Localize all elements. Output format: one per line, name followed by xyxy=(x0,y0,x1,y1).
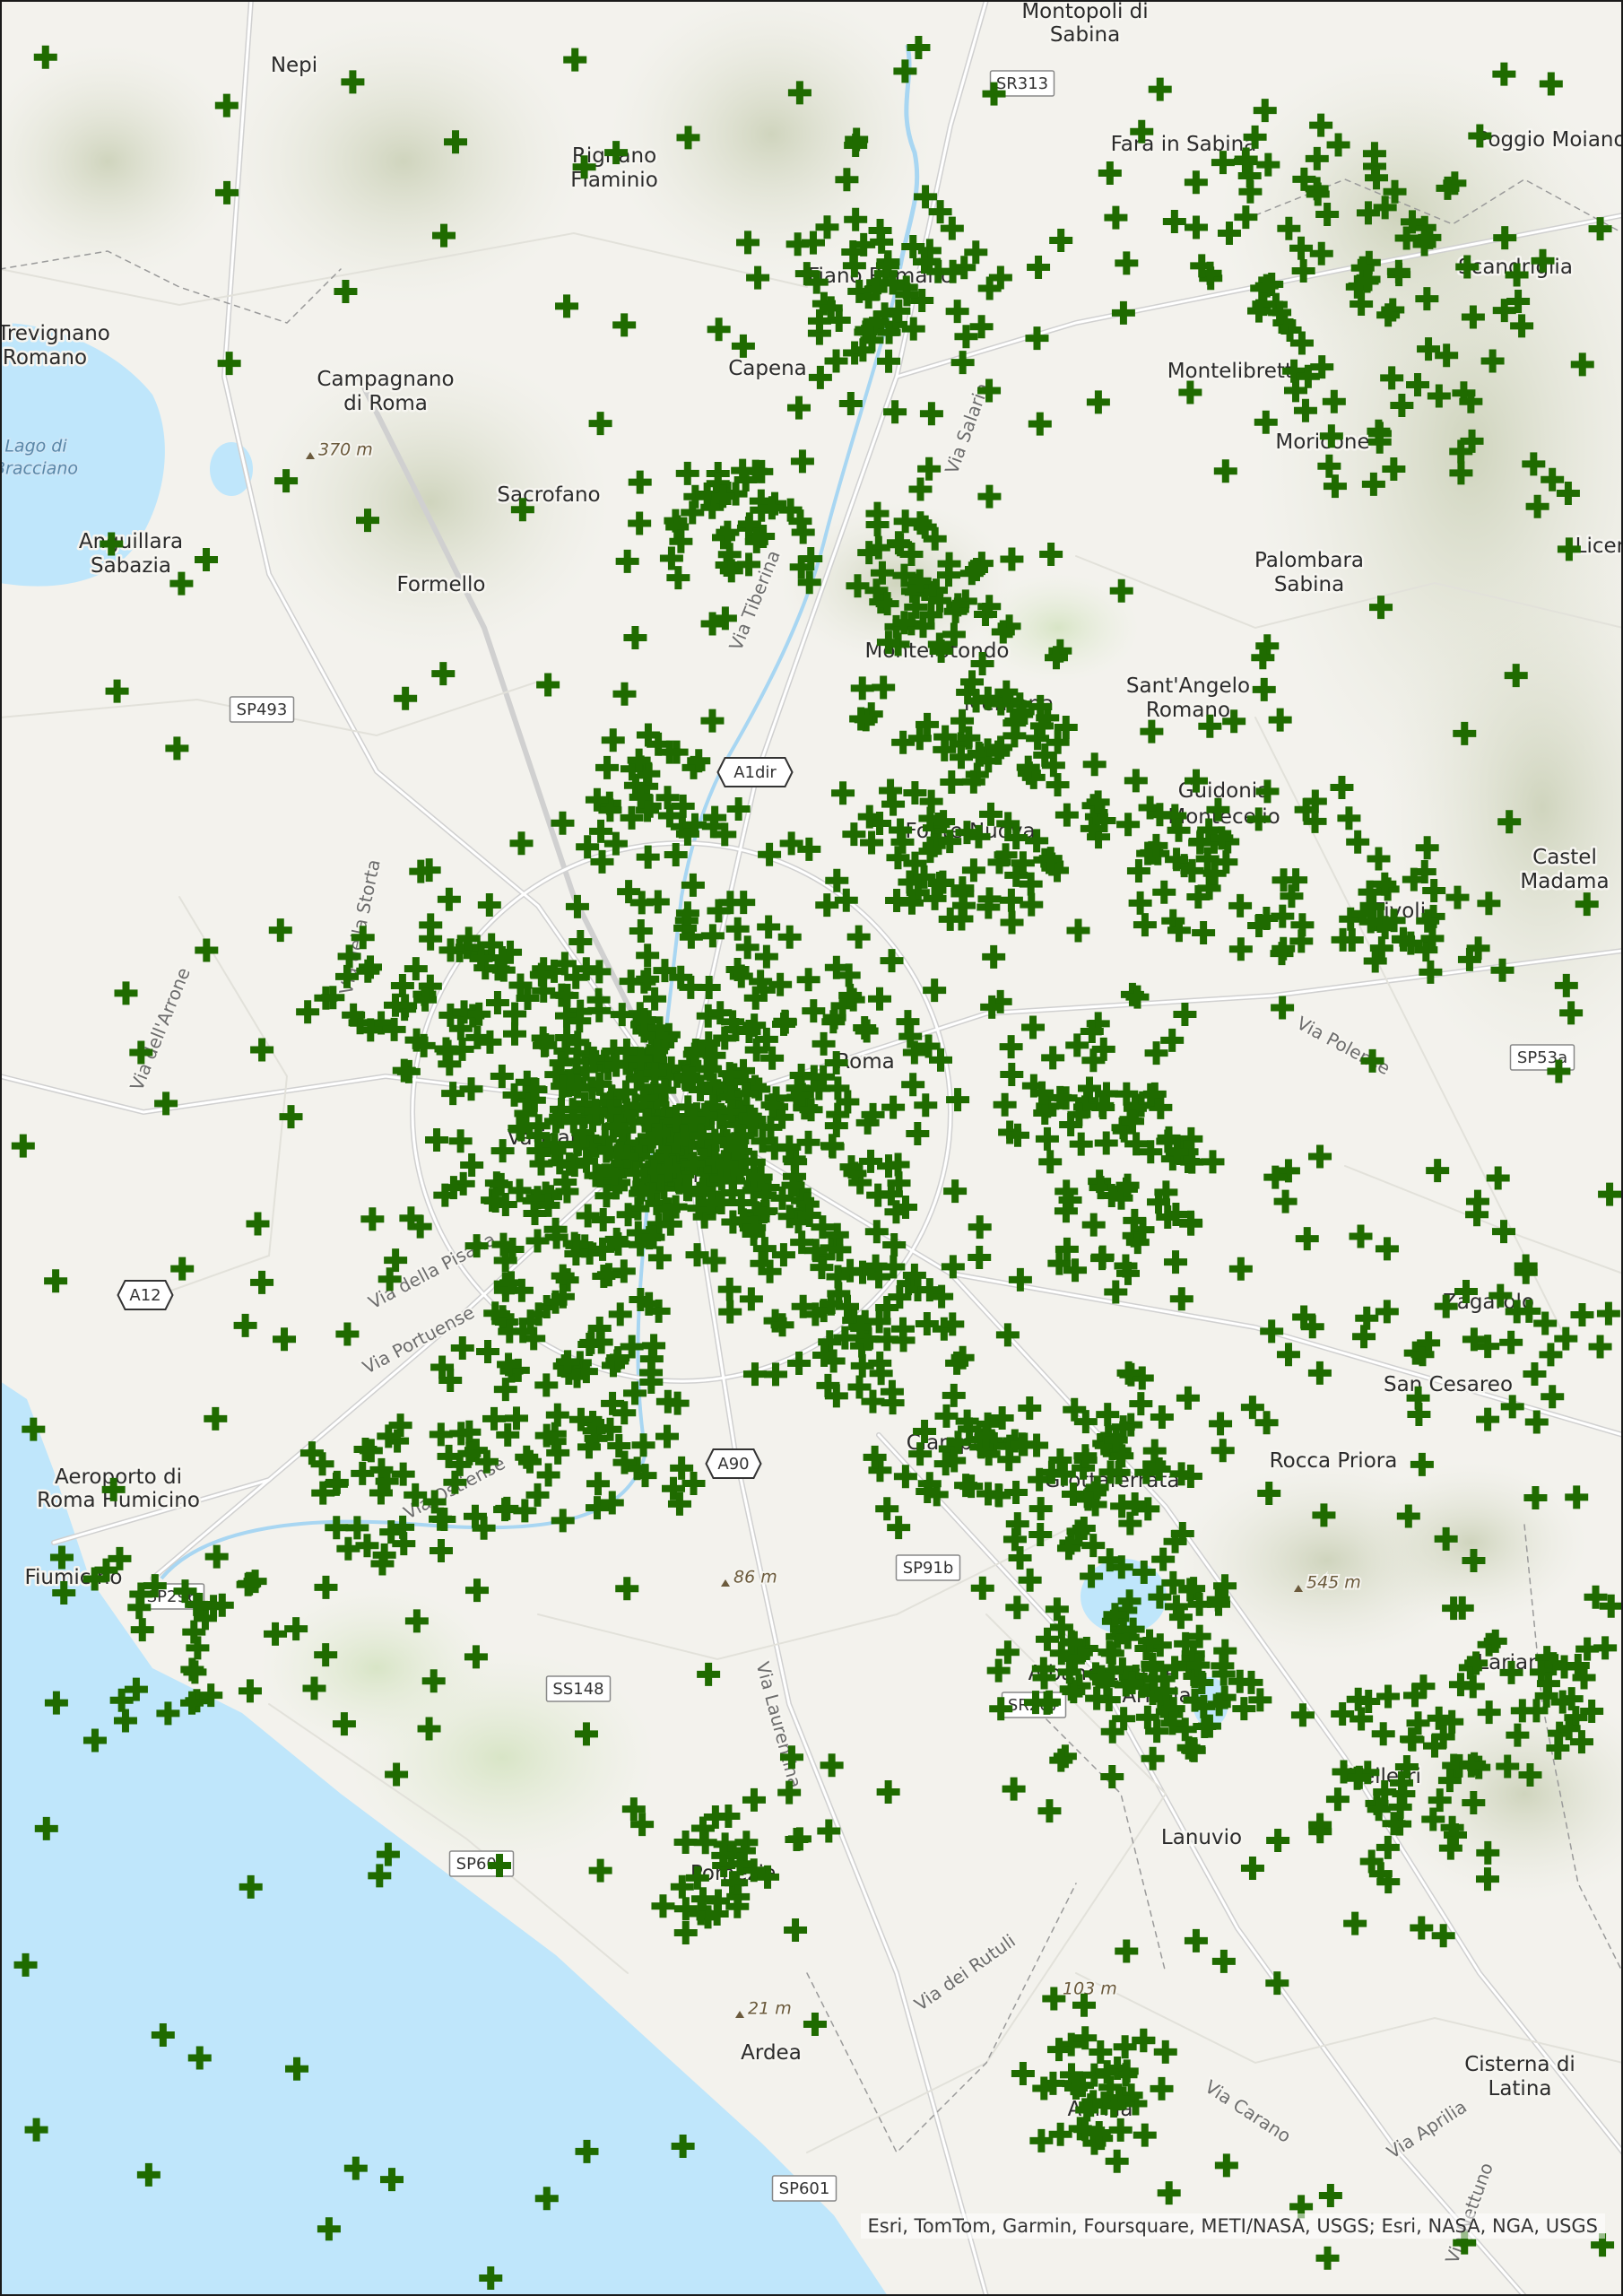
road-shield: A12 xyxy=(117,1280,174,1310)
road-shield-label: SP601 xyxy=(779,2179,830,2198)
elevation-label: 103 m xyxy=(1063,1979,1117,1999)
place-label: Sabina xyxy=(1050,23,1120,47)
map-view[interactable]: 370 m 86 m 545 m 21 m 103 m Via Tiberina Via … xyxy=(0,0,1623,2296)
place-label: Formello xyxy=(397,573,486,596)
map-attribution: Esri, TomTom, Garmin, Foursquare, METI/N… xyxy=(860,2213,1605,2239)
place-label: San Cesareo xyxy=(1384,1373,1513,1396)
road-shield: SP91b xyxy=(895,1554,961,1581)
place-label: Latina xyxy=(1488,2077,1552,2100)
road-shield: SS148 xyxy=(545,1675,612,1702)
place-label: Campagnano xyxy=(317,368,454,391)
elevation-label: 86 m xyxy=(733,1568,777,1587)
road-shield-label: SP493 xyxy=(237,700,288,719)
place-label: Sabazia xyxy=(91,554,171,578)
place-label: Sacrofano xyxy=(497,483,600,507)
place-label: Madama xyxy=(1520,870,1609,893)
place-label: Romano xyxy=(1146,699,1230,722)
place-label: Nepi xyxy=(271,54,317,77)
place-label: Montelibretti xyxy=(1167,360,1299,383)
road-shield: A90 xyxy=(705,1448,762,1479)
map-canvas[interactable]: 370 m86 m 545 m21 m103 m Via TiberinaVia … xyxy=(0,0,1623,2296)
road-shield-label: A90 xyxy=(717,1455,749,1474)
place-label: Ardea xyxy=(741,2041,802,2065)
road-shield-label: SS148 xyxy=(552,1680,603,1699)
place-label: Sant'Angelo xyxy=(1126,674,1250,698)
place-label: Licenza xyxy=(1575,535,1623,558)
place-label: Sabina xyxy=(1274,573,1344,596)
place-label: Palombara xyxy=(1254,549,1364,572)
road-shield-label: A1dir xyxy=(733,763,777,782)
elevation-label: 21 m xyxy=(748,1999,792,2019)
place-label: Fara in Sabina xyxy=(1111,133,1257,156)
place-label: Anguillara xyxy=(79,530,183,553)
water-label: Lago di xyxy=(4,437,67,457)
place-label: Aeroporto di xyxy=(55,1465,182,1489)
place-label: Castel xyxy=(1532,846,1597,869)
road-shield-label: SP91b xyxy=(903,1559,954,1578)
place-label: Poggio Moiano xyxy=(1476,128,1623,152)
place-label: Capena xyxy=(728,357,807,380)
place-label: Romano xyxy=(3,346,87,370)
place-label: Trevignano xyxy=(0,322,110,345)
road-shield: A1dir xyxy=(716,757,794,787)
place-label: Cisterna di xyxy=(1464,2053,1575,2076)
road-shield: SP53a xyxy=(1509,1044,1575,1071)
place-label: di Roma xyxy=(343,392,428,415)
road-shield-label: A12 xyxy=(129,1286,161,1305)
place-label: Montopoli di xyxy=(1021,0,1148,23)
elevation-label: 545 m xyxy=(1306,1573,1361,1593)
road-shield: SP601 xyxy=(771,2175,838,2202)
place-label: Lanuvio xyxy=(1161,1826,1242,1849)
elevation-label: 370 m xyxy=(318,440,373,460)
water-label: Bracciano xyxy=(0,459,78,479)
road-shield: SP493 xyxy=(229,696,295,723)
place-label: Rocca Priora xyxy=(1270,1449,1398,1473)
